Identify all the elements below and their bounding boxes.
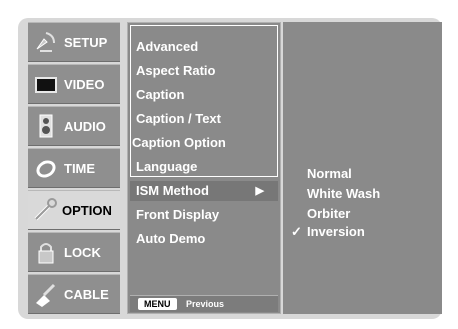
tab-video[interactable]: VIDEO	[28, 64, 120, 104]
menu-item-caption[interactable]: Caption	[136, 85, 184, 105]
tab-label: CABLE	[64, 287, 109, 302]
category-tabs: SETUP VIDEO AUDIO TIME OPTION LOCK CABLE	[28, 22, 120, 314]
option-inversion[interactable]: ✓ Inversion	[291, 222, 365, 242]
tab-label: TIME	[64, 161, 96, 176]
menu-item-aspect-ratio[interactable]: Aspect Ratio	[136, 61, 215, 81]
wrench-icon	[34, 197, 58, 223]
check-icon: ✓	[291, 224, 302, 239]
clock-icon	[34, 155, 58, 181]
previous-label: Previous	[186, 299, 225, 309]
menu-item-label: ISM Method	[136, 183, 209, 198]
menu-item-caption-option[interactable]: Caption Option	[132, 133, 226, 153]
option-normal[interactable]: Normal	[307, 164, 352, 184]
tab-audio[interactable]: AUDIO	[28, 106, 120, 146]
option-orbiter[interactable]: Orbiter	[307, 204, 350, 224]
menu-button[interactable]: MENU	[138, 298, 177, 310]
tab-label: LOCK	[64, 245, 101, 260]
menu-footer: MENU Previous	[130, 295, 278, 312]
menu-item-language[interactable]: Language	[136, 157, 197, 177]
tab-label: SETUP	[64, 35, 108, 50]
ism-method-options: Normal White Wash Orbiter ✓ Inversion	[283, 22, 442, 314]
option-menu: Advanced Aspect Ratio Caption Caption / …	[127, 22, 281, 314]
tab-option[interactable]: OPTION	[28, 190, 120, 230]
tab-setup[interactable]: SETUP	[28, 22, 120, 62]
menu-item-caption-text[interactable]: Caption / Text	[136, 109, 221, 129]
tab-label: AUDIO	[64, 119, 106, 134]
cable-plug-icon	[34, 281, 58, 307]
tab-label: VIDEO	[64, 77, 105, 92]
tab-label: OPTION	[62, 203, 112, 218]
tab-lock[interactable]: LOCK	[28, 232, 120, 272]
menu-item-auto-demo[interactable]: Auto Demo	[136, 229, 205, 249]
tab-time[interactable]: TIME	[28, 148, 120, 188]
menu-item-advanced[interactable]: Advanced	[136, 37, 198, 57]
tab-cable[interactable]: CABLE	[28, 274, 120, 314]
option-white-wash[interactable]: White Wash	[307, 184, 380, 204]
menu-item-ism-method[interactable]: ISM Method ▶	[130, 181, 278, 201]
satellite-dish-icon	[34, 29, 58, 55]
padlock-icon	[34, 239, 58, 265]
menu-item-front-display[interactable]: Front Display	[136, 205, 219, 225]
speaker-icon	[34, 113, 58, 139]
option-label: Inversion	[307, 224, 365, 239]
tv-screen-icon	[34, 71, 58, 97]
arrow-right-icon: ▶	[255, 185, 264, 197]
